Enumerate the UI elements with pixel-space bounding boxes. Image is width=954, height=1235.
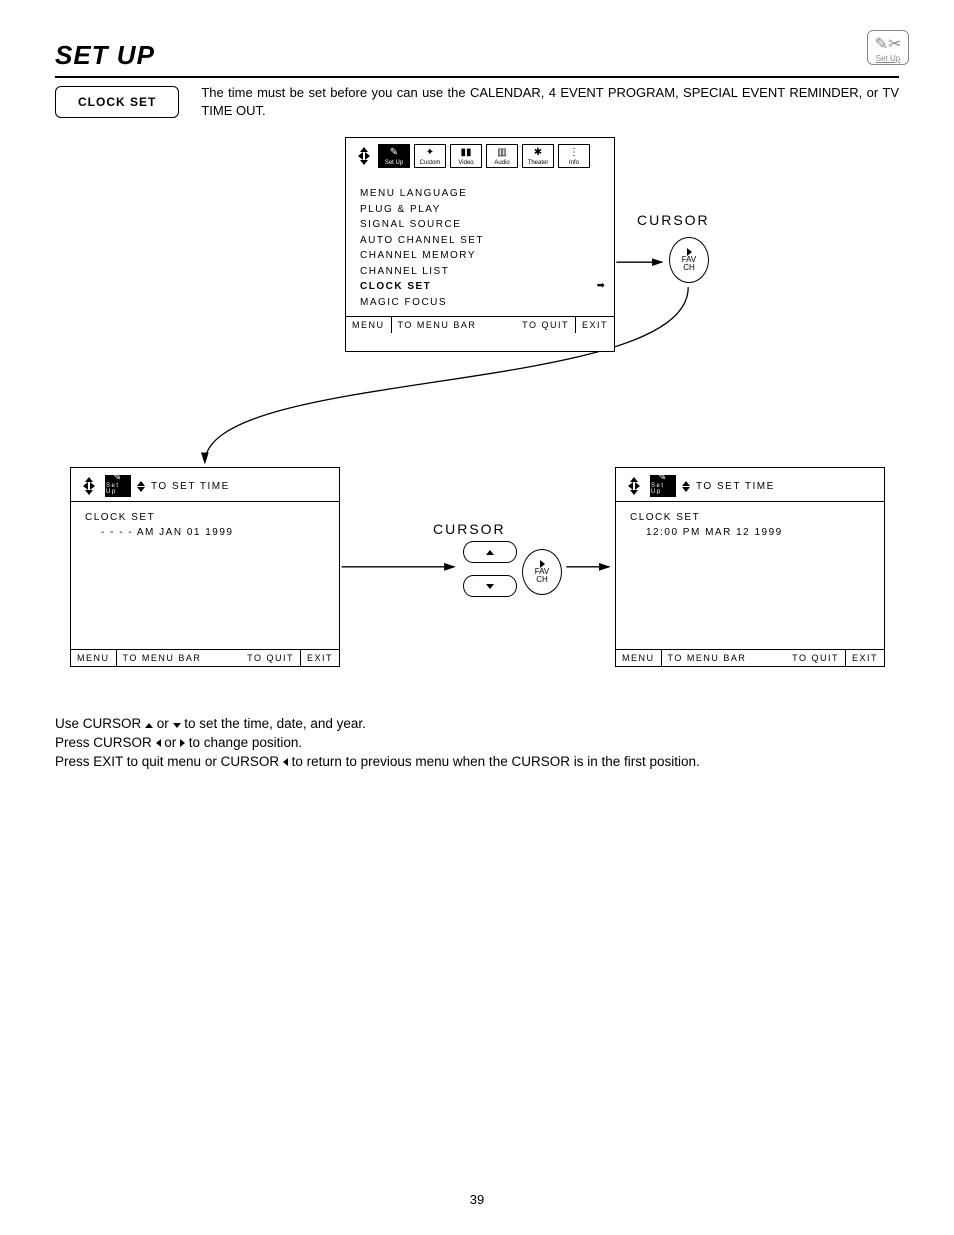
clock-set-value-initial: - - - - AM JAN 01 1999 <box>85 527 325 538</box>
section-button-clock-set: CLOCK SET <box>55 86 179 118</box>
cursor-label-mid: CURSOR <box>433 521 506 537</box>
menu-item-selected: CLOCK SET <box>360 279 600 295</box>
tab-video: ▮▮Video <box>450 144 482 168</box>
nav-pad-icon <box>79 474 99 498</box>
diagram-area: ✎Set Up ✦Custom ▮▮Video ▥Audio ✱Theater … <box>55 137 899 697</box>
triangle-up-icon <box>682 481 690 486</box>
triangle-up-icon <box>137 481 145 486</box>
footer-quit: TO QUIT <box>247 653 294 663</box>
to-set-time-label: TO SET TIME <box>696 481 775 492</box>
menu-item: PLUG & PLAY <box>360 202 600 218</box>
ch-label: CH <box>536 576 548 584</box>
menu-screen-top: ✎Set Up ✦Custom ▮▮Video ▥Audio ✱Theater … <box>345 137 615 352</box>
setup-tab-icon: ✎Set Up <box>105 475 131 497</box>
menu-item: CHANNEL LIST <box>360 264 600 280</box>
tools-icon: ✎✂ <box>870 34 906 54</box>
page-number: 39 <box>0 1192 954 1207</box>
nav-pad-icon <box>354 144 374 168</box>
footer-menu: MENU <box>77 653 110 663</box>
footer-quit: TO QUIT <box>522 320 569 330</box>
menu-item: MENU LANGUAGE <box>360 186 600 202</box>
screen-footer: MENU TO MENU BAR TO QUIT EXIT <box>616 649 884 666</box>
nav-pad-icon <box>624 474 644 498</box>
triangle-down-icon <box>682 487 690 492</box>
set-time-header: ✎Set Up TO SET TIME <box>71 468 339 501</box>
footer-exit: EXIT <box>582 320 608 330</box>
menu-item: CHANNEL MEMORY <box>360 248 600 264</box>
menu-item: AUTO CHANNEL SET <box>360 233 600 249</box>
footer-mid: TO MENU BAR <box>398 320 477 330</box>
triangle-down-icon <box>486 584 494 589</box>
footer-mid: TO MENU BAR <box>123 653 202 663</box>
tab-theater: ✱Theater <box>522 144 554 168</box>
instruction-line-1: Use CURSOR or to set the time, date, and… <box>55 715 899 734</box>
clock-set-title: CLOCK SET <box>630 512 870 523</box>
icon-bar: ✎Set Up ✦Custom ▮▮Video ▥Audio ✱Theater … <box>346 138 614 172</box>
intro-text: The time must be set before you can use … <box>201 84 899 119</box>
tab-custom: ✦Custom <box>414 144 446 168</box>
cursor-up-button <box>463 541 517 563</box>
set-time-header: ✎Set Up TO SET TIME <box>616 468 884 501</box>
clock-set-value-result: 12:00 PM MAR 12 1999 <box>630 527 870 538</box>
footer-mid: TO MENU BAR <box>668 653 747 663</box>
clock-set-screen-result: ✎Set Up TO SET TIME CLOCK SET 12:00 PM M… <box>615 467 885 667</box>
footer-quit: TO QUIT <box>792 653 839 663</box>
instructions-block: Use CURSOR or to set the time, date, and… <box>55 715 899 772</box>
instruction-line-2: Press CURSOR or to change position. <box>55 734 899 753</box>
footer-exit: EXIT <box>307 653 333 663</box>
triangle-down-icon <box>173 723 181 728</box>
instruction-line-3: Press EXIT to quit menu or CURSOR to ret… <box>55 753 899 772</box>
setup-tab-icon: ✎Set Up <box>650 475 676 497</box>
cursor-down-button <box>463 575 517 597</box>
triangle-down-icon <box>137 487 145 492</box>
tab-setup: ✎Set Up <box>378 144 410 168</box>
footer-menu: MENU <box>622 653 655 663</box>
screen-footer: MENU TO MENU BAR TO QUIT EXIT <box>71 649 339 666</box>
screen-footer: MENU TO MENU BAR TO QUIT EXIT <box>346 316 614 333</box>
fav-ch-button-top: FAV CH <box>669 237 709 283</box>
triangle-up-icon <box>145 723 153 728</box>
footer-menu: MENU <box>352 320 385 330</box>
menu-item: SIGNAL SOURCE <box>360 217 600 233</box>
ch-label: CH <box>683 264 695 272</box>
footer-exit: EXIT <box>852 653 878 663</box>
menu-item: MAGIC FOCUS <box>360 295 600 311</box>
to-set-time-label: TO SET TIME <box>151 481 230 492</box>
clock-set-screen-initial: ✎Set Up TO SET TIME CLOCK SET - - - - AM… <box>70 467 340 667</box>
fav-ch-button-mid: FAV CH <box>522 549 562 595</box>
tab-info: ⋮Info <box>558 144 590 168</box>
tab-audio: ▥Audio <box>486 144 518 168</box>
triangle-up-icon <box>486 550 494 555</box>
header-rule <box>55 76 899 78</box>
clock-set-title: CLOCK SET <box>85 512 325 523</box>
page-title: SET UP <box>55 40 155 71</box>
menu-list: MENU LANGUAGE PLUG & PLAY SIGNAL SOURCE … <box>346 172 614 316</box>
setup-corner-icon: ✎✂ Set Up <box>867 30 909 65</box>
setup-corner-label: Set Up <box>870 54 906 63</box>
cursor-label-top: CURSOR <box>637 212 710 228</box>
